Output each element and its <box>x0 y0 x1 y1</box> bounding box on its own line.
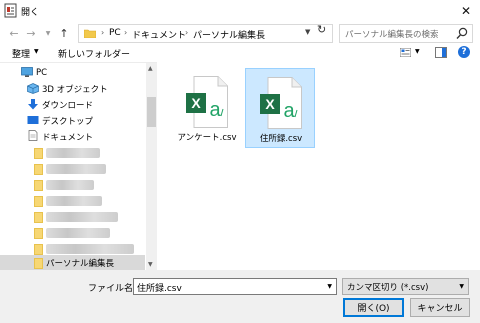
nav-item-3d-objects[interactable]: 3D オブジェクト <box>0 81 145 97</box>
redacted-label <box>46 228 110 238</box>
search-icon <box>456 27 468 39</box>
recent-locations-button[interactable]: ▼ <box>40 25 56 41</box>
nav-item-pc[interactable]: PC <box>0 65 145 81</box>
folder-icon <box>34 212 43 223</box>
address-history-icon[interactable]: ▼ <box>305 28 310 36</box>
close-button[interactable]: ✕ <box>452 0 480 22</box>
svg-text:a: a <box>283 100 295 122</box>
file-type-value: カンマ区切り (*.csv) <box>347 283 429 293</box>
csv-file-icon: X a <box>186 76 228 128</box>
forward-button[interactable]: → <box>23 25 39 41</box>
arrow-left-icon: ← <box>9 26 19 40</box>
nav-item-desktop[interactable]: デスクトップ <box>0 113 145 129</box>
arrow-right-icon: → <box>26 26 36 40</box>
redacted-label <box>46 196 102 206</box>
up-button[interactable]: ↑ <box>56 25 72 41</box>
csv-file-icon: X a <box>260 77 302 129</box>
chevron-down-icon: ▼ <box>34 48 39 55</box>
file-list: X a アンケート.csv X a 住所録.csv <box>160 62 480 270</box>
window-title: 開く <box>21 8 40 18</box>
redacted-label <box>46 244 134 254</box>
file-item[interactable]: X a アンケート.csv <box>172 68 242 148</box>
nav-scrollbar[interactable]: ▲ ▼ <box>146 63 157 270</box>
search-placeholder: パーソナル編集長の検索 <box>345 30 439 40</box>
document-icon <box>28 130 38 141</box>
dialog-footer: ファイル名(N): 住所録.csv ▼ カンマ区切り (*.csv) ▼ 開く(… <box>0 270 480 323</box>
address-row: ← → ▼ ↑ › PC › ドキュメント › パーソナル編集長 ▼ ↻ パーソ… <box>0 22 480 44</box>
desktop-icon <box>27 116 39 124</box>
folder-icon <box>34 228 43 239</box>
breadcrumb-documents[interactable]: ドキュメント <box>132 28 186 41</box>
redacted-label <box>46 180 94 190</box>
nav-item-documents[interactable]: ドキュメント <box>0 129 145 145</box>
chevron-down-icon: ▼ <box>459 283 464 290</box>
filename-input[interactable]: 住所録.csv ▼ <box>133 278 337 295</box>
nav-item-label: ドキュメント <box>42 133 94 143</box>
help-button[interactable]: ? <box>458 46 470 58</box>
nav-item-current-folder[interactable]: パーソナル編集長 <box>0 255 145 270</box>
scroll-down-icon[interactable]: ▼ <box>148 261 153 268</box>
nav-item-redacted-folder[interactable] <box>0 209 145 225</box>
svg-text:X: X <box>191 95 201 111</box>
breadcrumb-separator-icon: › <box>101 28 105 37</box>
breadcrumb-current-folder[interactable]: パーソナル編集長 <box>193 28 265 41</box>
cancel-button[interactable]: キャンセル <box>410 298 470 317</box>
nav-item-label: PC <box>36 68 48 78</box>
nav-item-redacted-folder[interactable] <box>0 225 145 241</box>
breadcrumb-separator-icon: › <box>124 28 128 37</box>
nav-item-downloads[interactable]: ダウンロード <box>0 97 145 113</box>
file-type-select[interactable]: カンマ区切り (*.csv) ▼ <box>342 278 469 295</box>
pc-icon <box>21 67 33 77</box>
refresh-icon[interactable]: ↻ <box>317 23 326 36</box>
command-bar: 整理 ▼ 新しいフォルダー ▼ ? <box>0 44 480 62</box>
file-name: アンケート.csv <box>177 133 237 143</box>
nav-item-redacted-folder[interactable] <box>0 193 145 209</box>
breadcrumb-separator-icon: › <box>185 28 189 37</box>
folder-icon <box>34 196 43 207</box>
help-icon: ? <box>461 47 467 57</box>
new-folder-button[interactable]: 新しいフォルダー <box>58 47 130 60</box>
folder-icon <box>84 29 96 38</box>
file-item-selected[interactable]: X a 住所録.csv <box>245 68 315 148</box>
redacted-label <box>46 212 118 222</box>
folder-icon <box>34 180 43 191</box>
view-options-icon[interactable] <box>400 48 411 57</box>
close-icon: ✕ <box>460 4 472 18</box>
folder-icon <box>34 258 43 269</box>
scroll-up-icon[interactable]: ▲ <box>148 65 153 72</box>
folder-icon <box>34 164 43 175</box>
nav-item-redacted-folder[interactable] <box>0 177 145 193</box>
nav-item-redacted-folder[interactable] <box>0 161 145 177</box>
navigation-pane: PC 3D オブジェクト ダウンロード デスクトップ ドキュメント パーソナル編… <box>0 62 157 270</box>
arrow-up-icon: ↑ <box>59 26 69 40</box>
app-icon <box>4 3 17 18</box>
folder-icon <box>34 244 43 255</box>
filename-value: 住所録.csv <box>137 284 182 294</box>
title-bar: 開く ✕ <box>0 0 480 22</box>
preview-pane-icon[interactable] <box>435 47 447 58</box>
cube-icon <box>27 83 39 94</box>
nav-item-redacted-folder[interactable] <box>0 145 145 161</box>
address-bar[interactable]: › PC › ドキュメント › パーソナル編集長 <box>78 24 333 43</box>
download-arrow-icon <box>28 99 38 110</box>
file-name: 住所録.csv <box>259 134 303 144</box>
breadcrumb-pc[interactable]: PC <box>109 28 121 38</box>
redacted-label <box>46 148 100 158</box>
folder-icon <box>34 148 43 159</box>
svg-text:X: X <box>265 96 275 112</box>
organize-button[interactable]: 整理 <box>12 47 30 60</box>
search-input[interactable]: パーソナル編集長の検索 <box>339 24 473 43</box>
chevron-down-icon[interactable]: ▼ <box>327 283 332 290</box>
svg-text:a: a <box>209 99 221 121</box>
nav-item-label: パーソナル編集長 <box>46 259 115 269</box>
chevron-down-icon[interactable]: ▼ <box>415 48 420 55</box>
chevron-down-icon: ▼ <box>45 29 51 37</box>
nav-item-label: 3D オブジェクト <box>42 85 108 95</box>
open-button[interactable]: 開く(O) <box>343 298 404 317</box>
scrollbar-thumb[interactable] <box>147 97 156 127</box>
back-button[interactable]: ← <box>6 25 22 41</box>
redacted-label <box>46 164 106 174</box>
nav-item-label: ダウンロード <box>42 101 94 111</box>
nav-item-label: デスクトップ <box>42 117 94 127</box>
